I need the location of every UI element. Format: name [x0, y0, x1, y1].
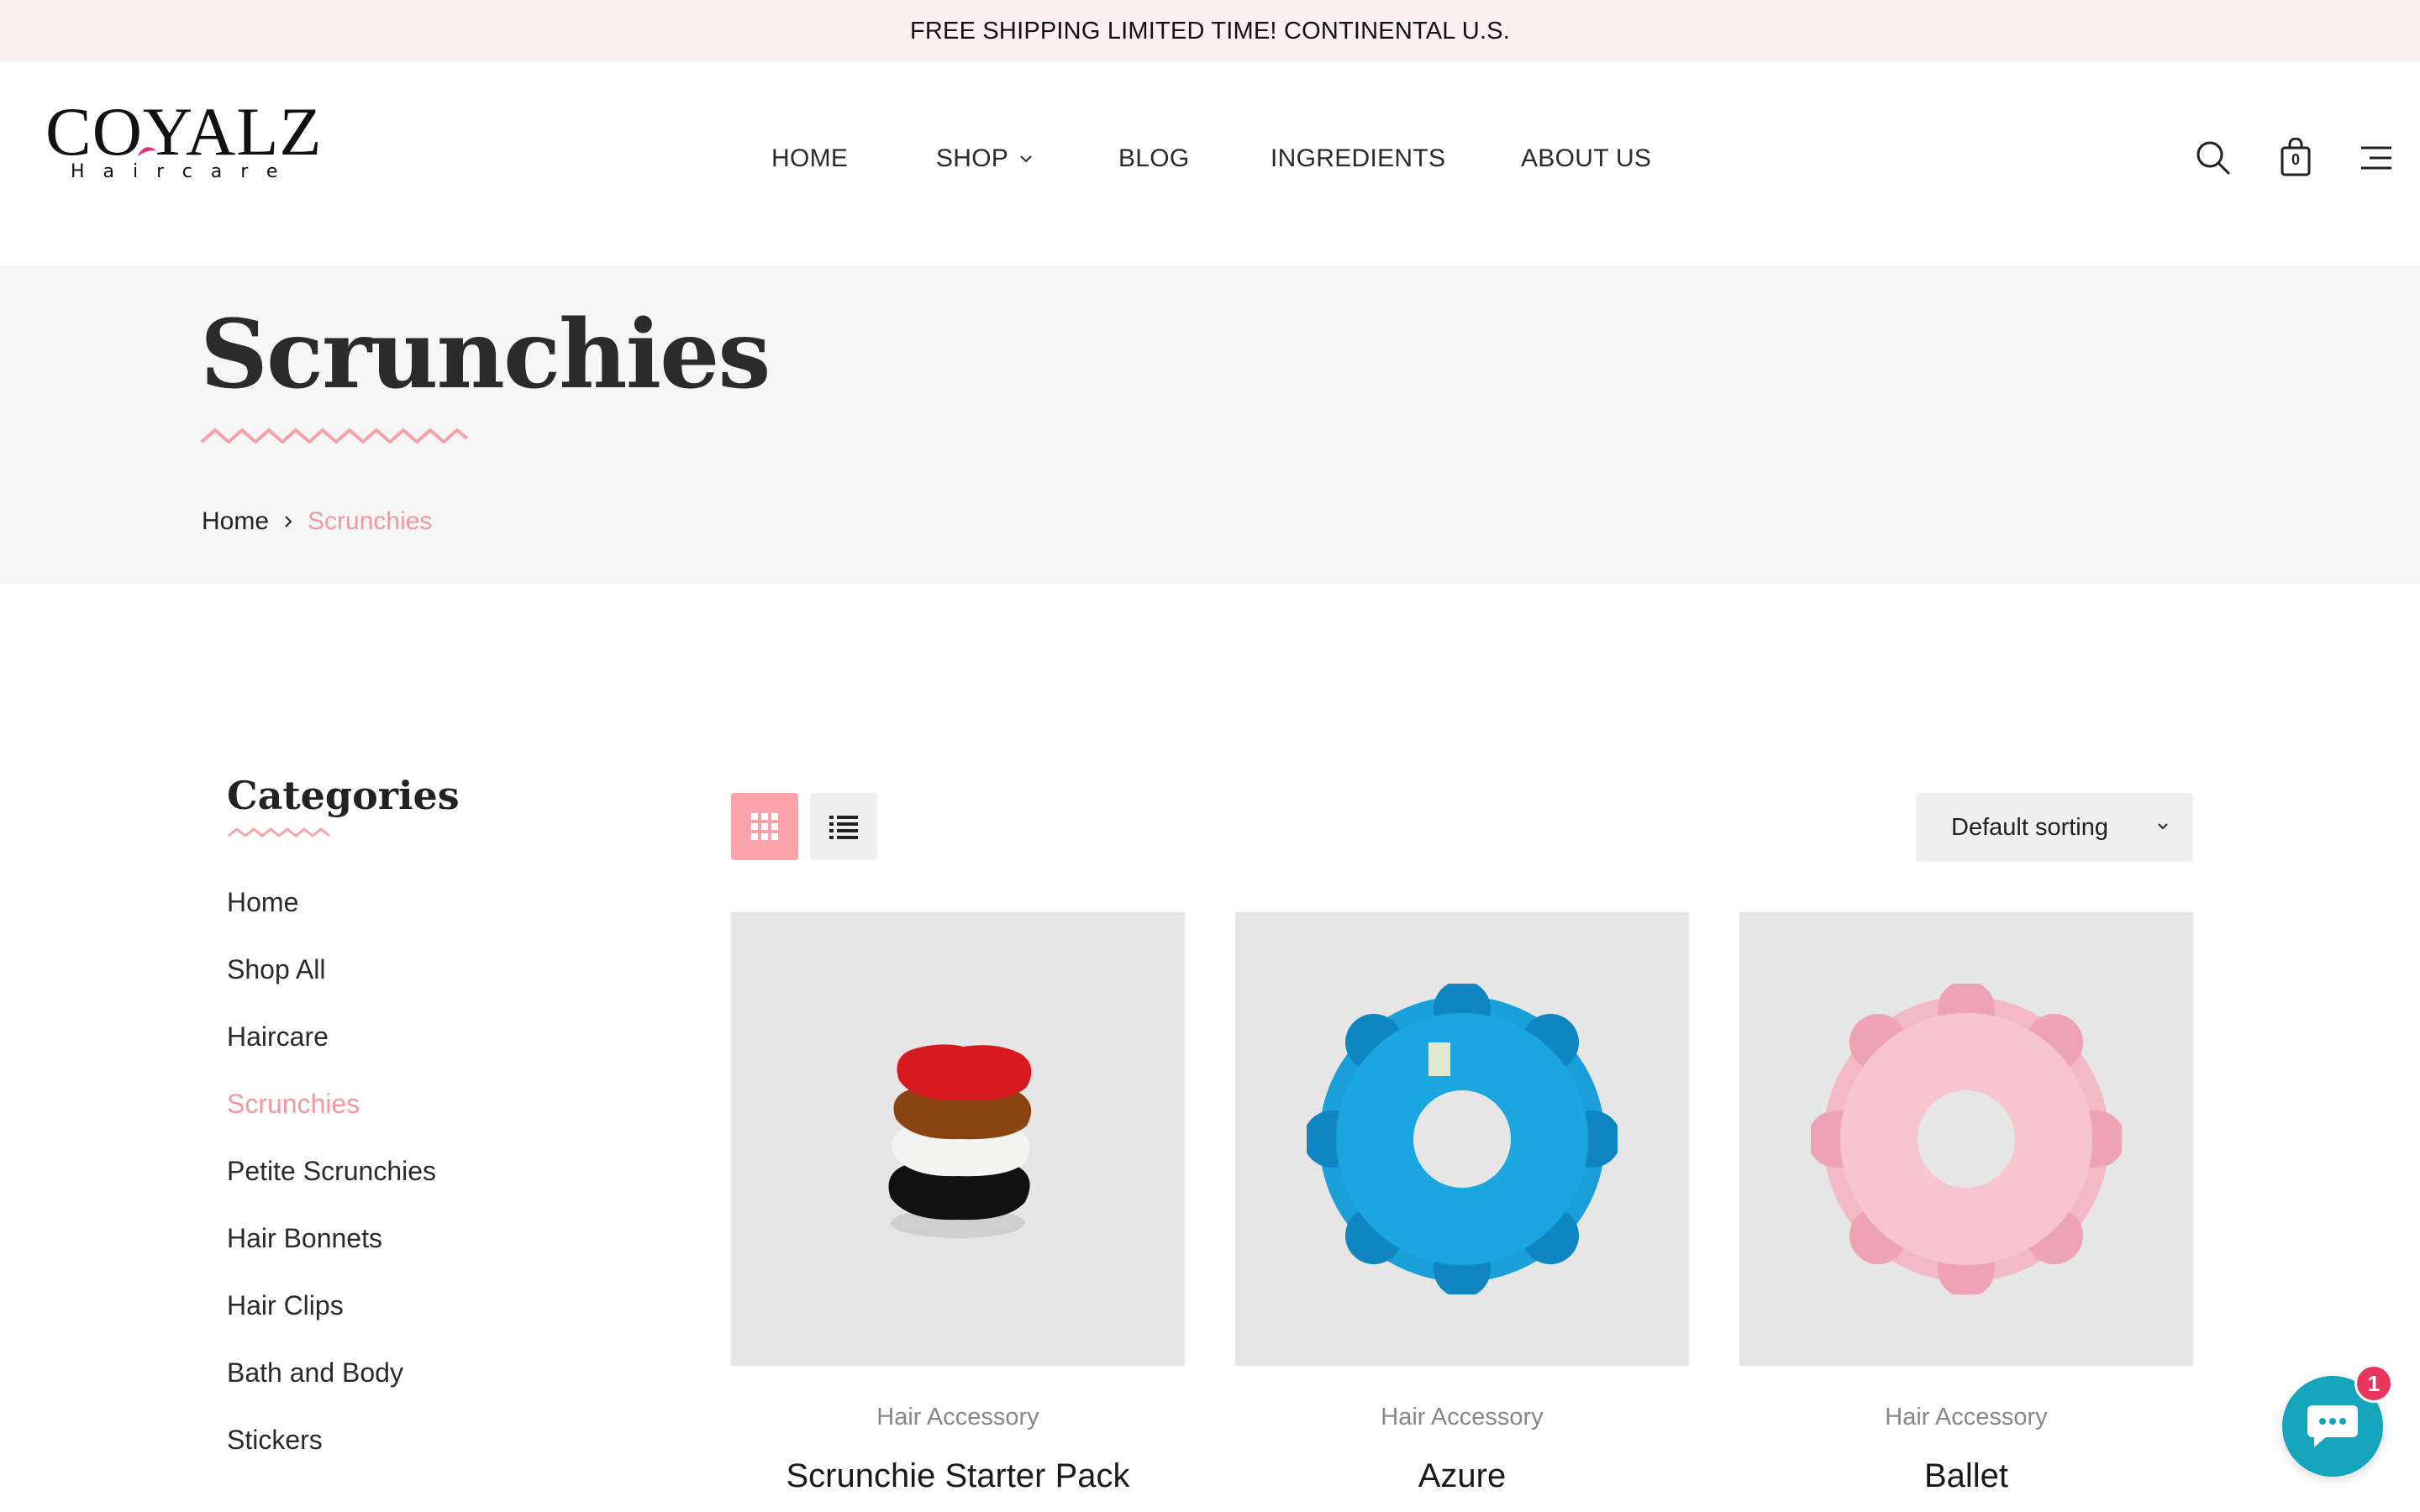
chat-notification-badge: 1 [2354, 1364, 2393, 1403]
category-petite-scrunchies[interactable]: Petite Scrunchies [227, 1137, 580, 1205]
nav-shop-label: SHOP [936, 144, 1009, 172]
main-nav: HOME SHOP BLOG INGREDIENTS ABOUT US [0, 62, 2420, 265]
chat-bubble-icon [2307, 1405, 2358, 1447]
product-image[interactable] [1235, 912, 1689, 1366]
category-list: Home Shop All Haircare Scrunchies Petite… [227, 869, 580, 1473]
product-category: Hair Accessory [1381, 1404, 1544, 1431]
nav-shop[interactable]: SHOP [936, 146, 1034, 171]
product-image[interactable] [731, 912, 1185, 1366]
category-home[interactable]: Home [227, 869, 580, 936]
page-title: Scrunchies [200, 300, 771, 410]
product-card: Hair Accessory Ballet [1739, 912, 2193, 1496]
category-hair-clips[interactable]: Hair Clips [227, 1272, 580, 1339]
page-header: Scrunchies Home Scrunchies [0, 265, 2420, 583]
grid-view-button[interactable] [731, 793, 798, 860]
breadcrumb-home[interactable]: Home [202, 507, 269, 536]
cart-count: 0 [2291, 151, 2300, 168]
category-bath-and-body[interactable]: Bath and Body [227, 1339, 580, 1406]
wavy-underline [228, 827, 330, 838]
product-category: Hair Accessory [876, 1404, 1039, 1431]
product-name[interactable]: Ballet [1739, 1456, 2193, 1496]
site-header: COYALZ Haircare HOME SHOP BLOG INGREDIEN… [0, 62, 2420, 265]
chevron-right-icon [285, 516, 292, 528]
product-card: Hair Accessory Scrunchie Starter Pack [731, 912, 1185, 1496]
announcement-text: FREE SHIPPING LIMITED TIME! CONTINENTAL … [909, 17, 1511, 45]
category-stickers[interactable]: Stickers [227, 1406, 580, 1473]
category-haircare[interactable]: Haircare [227, 1003, 580, 1070]
cart-button[interactable]: 0 [2275, 137, 2316, 178]
category-scrunchies[interactable]: Scrunchies [227, 1070, 580, 1137]
scrunchie-stack-image [888, 1044, 1032, 1238]
product-category: Hair Accessory [1885, 1404, 2048, 1431]
sort-label: Default sorting [1951, 813, 2108, 841]
announcement-bar: FREE SHIPPING LIMITED TIME! CONTINENTAL … [0, 0, 2420, 62]
breadcrumb: Home Scrunchies [202, 507, 432, 536]
product-image[interactable] [1739, 912, 2193, 1366]
grid-icon [751, 813, 778, 840]
category-hair-bonnets[interactable]: Hair Bonnets [227, 1205, 580, 1272]
breadcrumb-current: Scrunchies [308, 507, 433, 535]
wavy-underline [200, 428, 469, 444]
nav-blog[interactable]: BLOG [1118, 146, 1190, 171]
chevron-down-icon [1020, 155, 1032, 163]
menu-icon[interactable] [2356, 138, 2396, 178]
chevron-down-icon [2158, 823, 2168, 830]
categories-sidebar: Categories Home Shop All Haircare Scrunc… [227, 773, 580, 1473]
nav-home[interactable]: HOME [771, 146, 848, 171]
list-view-button[interactable] [810, 793, 877, 860]
nav-about-us[interactable]: ABOUT US [1521, 146, 1651, 171]
nav-ingredients[interactable]: INGREDIENTS [1270, 146, 1445, 171]
product-name[interactable]: Scrunchie Starter Pack [731, 1456, 1185, 1496]
search-icon[interactable] [2193, 138, 2233, 178]
blue-scrunchie-image [1307, 984, 1618, 1294]
product-name[interactable]: Azure [1235, 1456, 1689, 1496]
list-icon [829, 816, 858, 839]
pink-scrunchie-image [1811, 984, 2122, 1294]
categories-heading: Categories [227, 773, 460, 818]
sort-dropdown[interactable]: Default sorting [1916, 793, 2193, 862]
product-card: Hair Accessory Azure [1235, 912, 1689, 1496]
category-shop-all[interactable]: Shop All [227, 936, 580, 1003]
